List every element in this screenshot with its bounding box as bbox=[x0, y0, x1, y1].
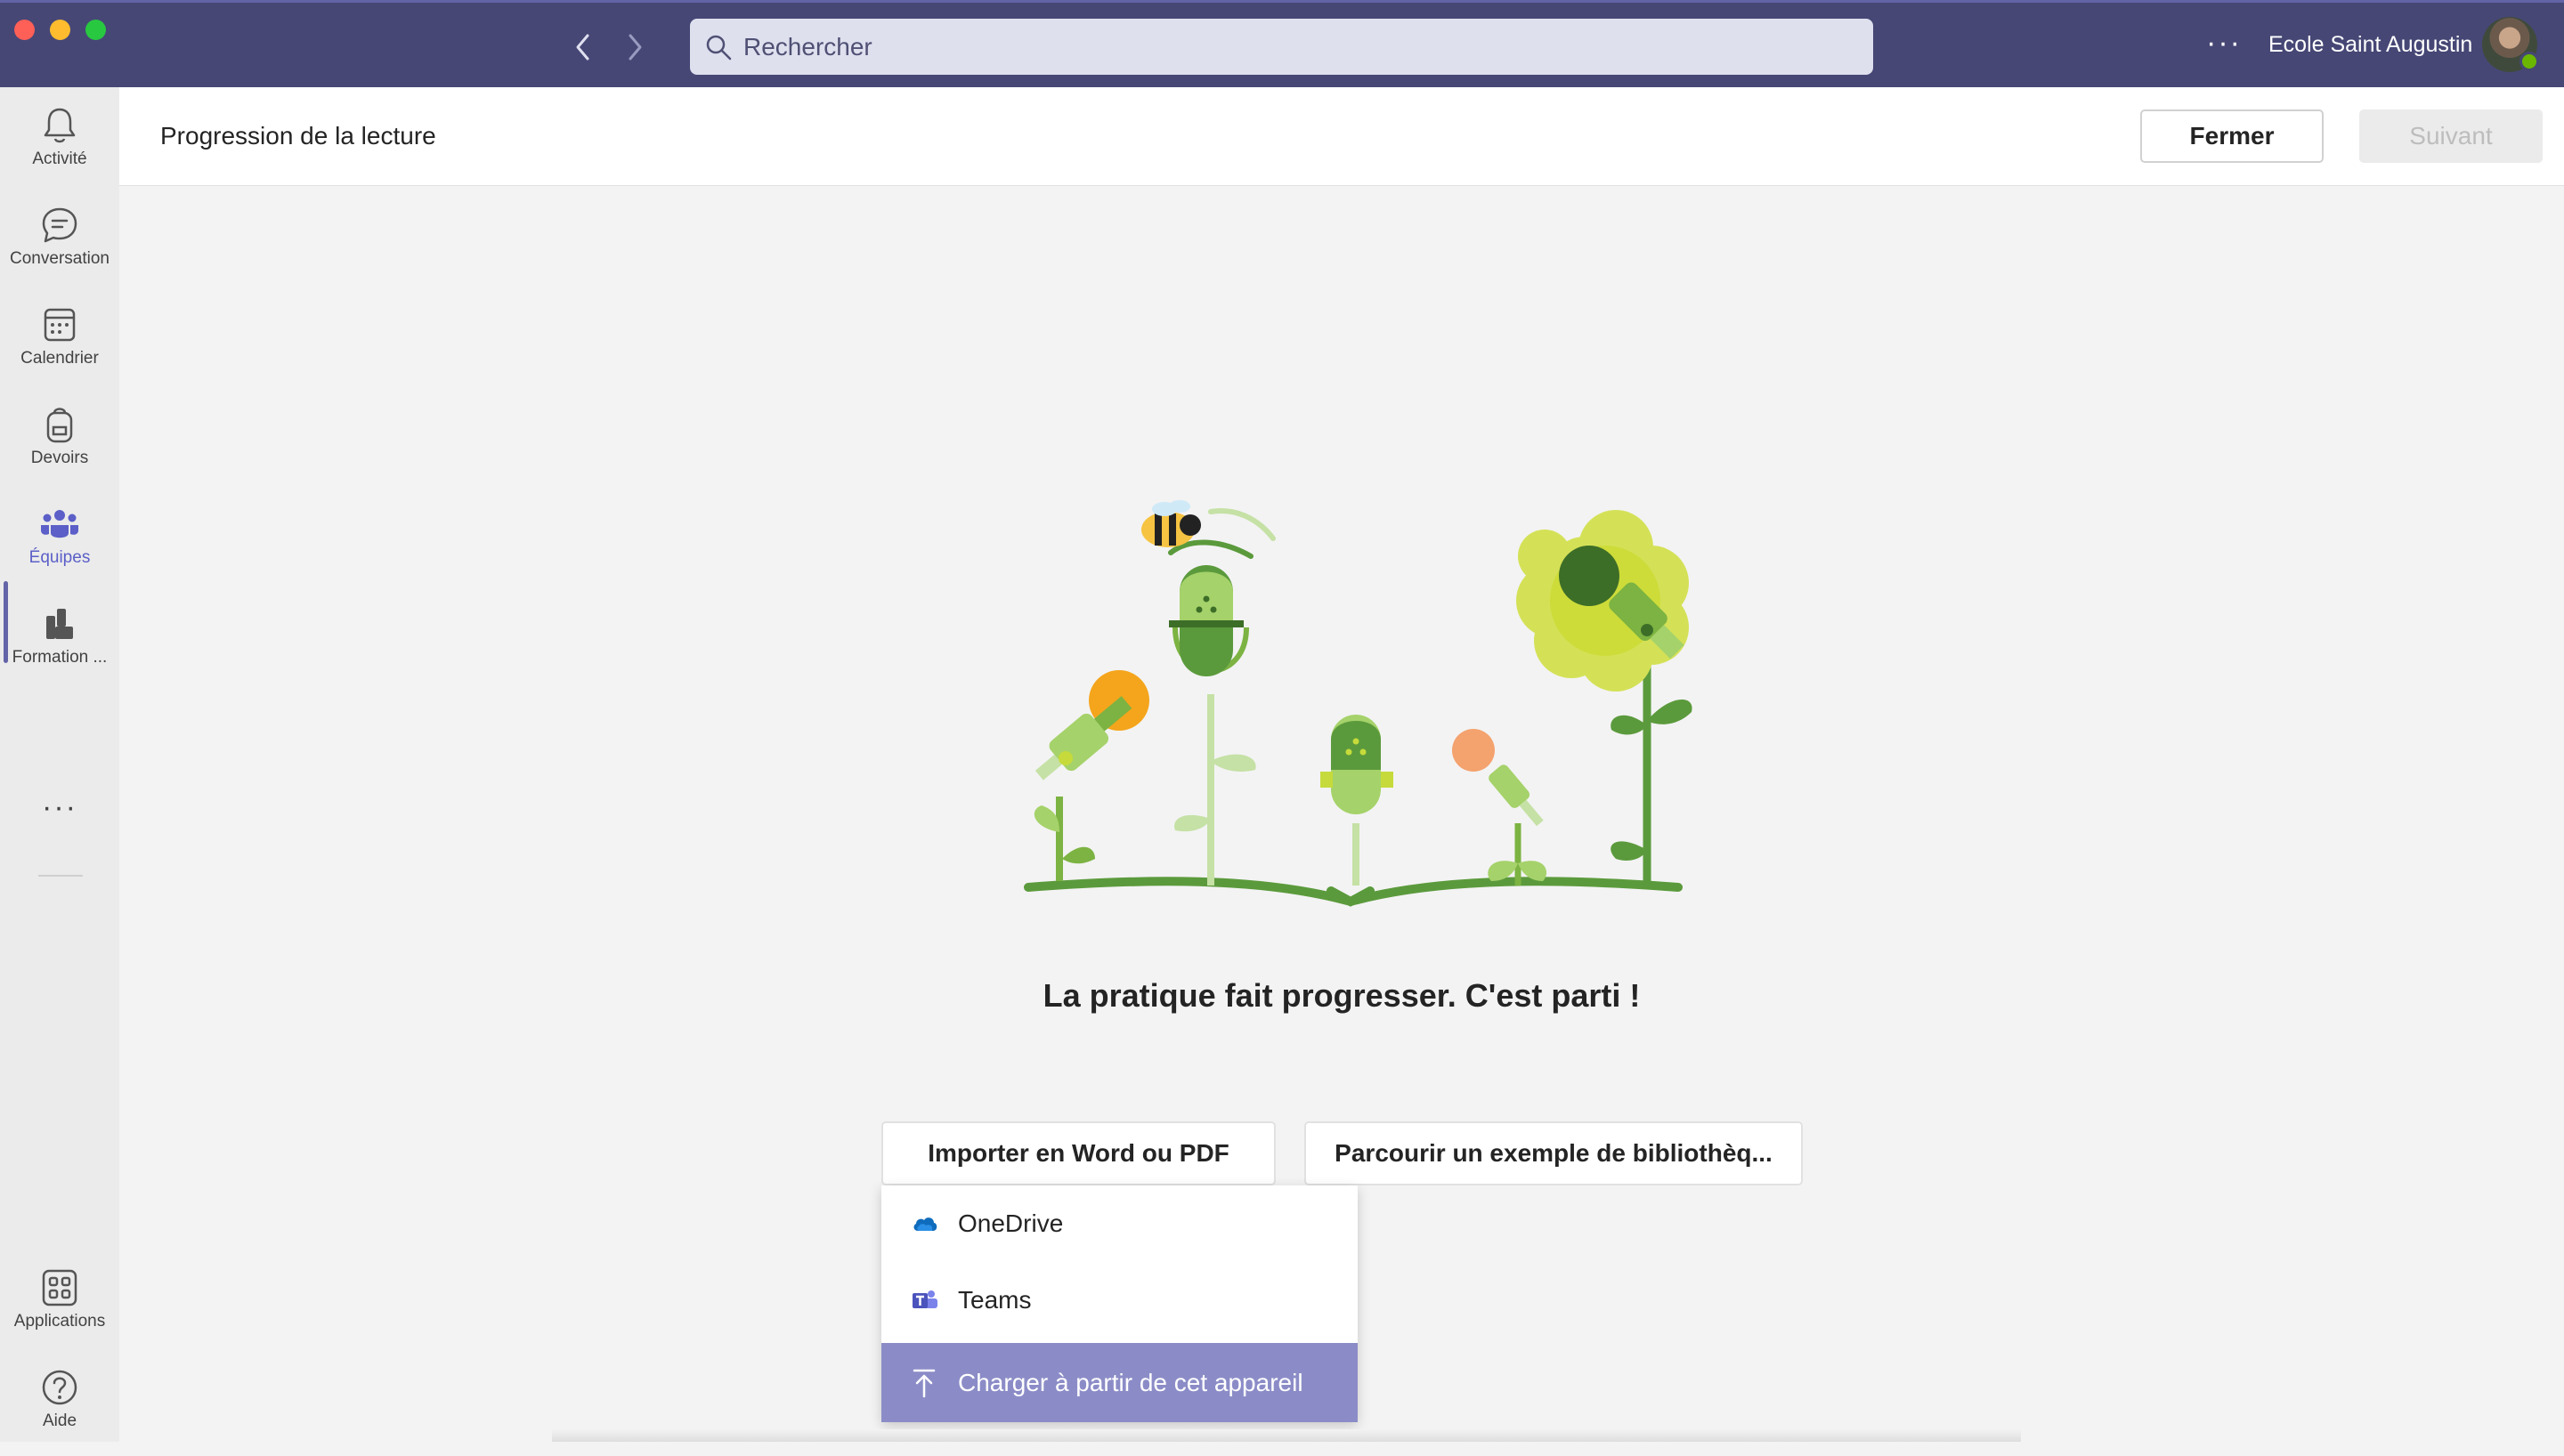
presence-available-icon bbox=[2519, 52, 2539, 71]
rail-label-calendar: Calendrier bbox=[20, 349, 99, 368]
menu-item-label: Charger à partir de cet appareil bbox=[958, 1368, 1303, 1396]
browse-sample-library-button[interactable]: Parcourir un exemple de bibliothèq... bbox=[1304, 1121, 1803, 1185]
bottom-panel-edge bbox=[552, 1429, 2021, 1442]
menu-item-onedrive[interactable]: OneDrive bbox=[881, 1185, 1358, 1262]
menu-item-label: OneDrive bbox=[958, 1209, 1064, 1237]
rail-more-apps-button[interactable]: ··· bbox=[0, 790, 119, 825]
upload-icon bbox=[912, 1368, 947, 1398]
window-minimize-button[interactable] bbox=[50, 20, 70, 40]
teams-icon bbox=[41, 510, 78, 538]
window-close-button[interactable] bbox=[14, 20, 35, 40]
microphone-garden-illustration bbox=[1024, 500, 1692, 907]
learning-icon bbox=[46, 609, 73, 639]
chevron-left-icon bbox=[576, 34, 589, 61]
app-rail: Activité Conversation Calendrier Devoirs bbox=[0, 87, 119, 1442]
chat-icon bbox=[42, 207, 77, 243]
teams-app-icon bbox=[912, 1289, 947, 1312]
search-icon bbox=[704, 32, 734, 62]
rail-item-assignments[interactable]: Devoirs bbox=[0, 404, 119, 493]
onedrive-icon bbox=[912, 1215, 947, 1233]
rail-item-teams[interactable]: Équipes bbox=[0, 504, 119, 593]
organization-name[interactable]: Ecole Saint Augustin bbox=[2268, 32, 2472, 58]
apps-icon bbox=[42, 1269, 77, 1306]
rail-item-apps[interactable]: Applications bbox=[0, 1267, 119, 1356]
import-word-pdf-button[interactable]: Importer en Word ou PDF bbox=[881, 1121, 1276, 1185]
rail-item-calendar[interactable]: Calendrier bbox=[0, 304, 119, 393]
rail-label-learning: Formation ... bbox=[12, 648, 108, 667]
menu-item-label: Teams bbox=[958, 1286, 1032, 1314]
rail-label-assignments: Devoirs bbox=[30, 449, 89, 467]
backpack-icon bbox=[46, 408, 73, 443]
search-input[interactable]: Rechercher bbox=[690, 19, 1873, 75]
rail-label-conversation: Conversation bbox=[10, 249, 110, 268]
page-title: Progression de la lecture bbox=[160, 122, 436, 150]
menu-item-upload-from-device[interactable]: Charger à partir de cet appareil bbox=[881, 1343, 1358, 1422]
rail-label-activity: Activité bbox=[32, 150, 87, 168]
close-button[interactable]: Fermer bbox=[2140, 109, 2324, 163]
title-bar: Rechercher ··· Ecole Saint Augustin bbox=[0, 0, 2564, 87]
calendar-icon bbox=[44, 308, 76, 342]
rail-item-activity[interactable]: Activité bbox=[0, 105, 119, 194]
search-placeholder: Rechercher bbox=[743, 32, 872, 61]
rail-item-help[interactable]: Aide bbox=[0, 1367, 119, 1456]
rail-label-help: Aide bbox=[42, 1412, 77, 1430]
rail-item-learning[interactable]: Formation ... bbox=[0, 603, 119, 692]
import-source-menu: OneDrive Teams Charger à partir de cet a… bbox=[881, 1185, 1358, 1422]
rail-divider bbox=[38, 875, 83, 877]
next-button[interactable]: Suivant bbox=[2359, 109, 2543, 163]
rail-label-teams: Équipes bbox=[28, 548, 91, 567]
tagline: La pratique fait progresser. C'est parti… bbox=[1043, 977, 1641, 1014]
rail-label-apps: Applications bbox=[13, 1312, 106, 1331]
bell-icon bbox=[44, 108, 76, 143]
window-maximize-button[interactable] bbox=[85, 20, 106, 40]
rail-item-conversation[interactable]: Conversation bbox=[0, 205, 119, 294]
more-options-button[interactable]: ··· bbox=[2206, 26, 2242, 61]
menu-item-teams[interactable]: Teams bbox=[881, 1262, 1358, 1339]
page-header: Progression de la lecture Fermer Suivant bbox=[119, 87, 2564, 186]
forward-button[interactable] bbox=[619, 27, 651, 68]
chevron-right-icon bbox=[629, 34, 642, 61]
help-icon bbox=[42, 1370, 77, 1405]
back-button[interactable] bbox=[567, 27, 599, 68]
